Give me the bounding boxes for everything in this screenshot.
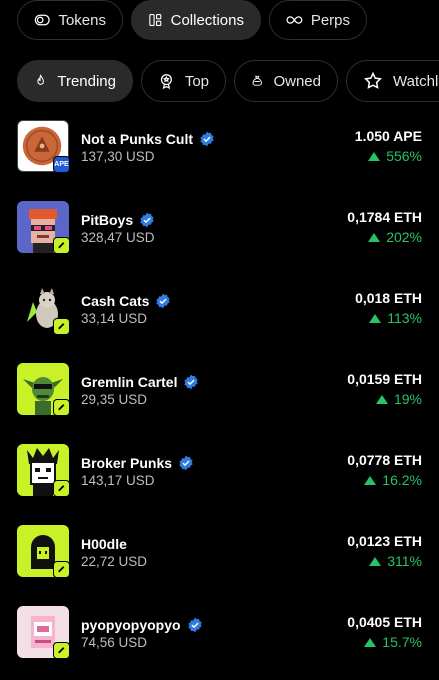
collection-row[interactable]: Cash Cats 33,14 USD 0,018 ETH 113% [0,282,439,336]
collection-usd-value: 137,30 USD [81,149,155,164]
floor-price: 1.050 APE [354,128,422,144]
up-arrow-icon [368,232,381,242]
collection-name: pyopyopyopyo [81,617,203,633]
verified-icon [179,455,193,471]
verified-icon [140,212,154,228]
collection-name: Broker Punks [81,455,194,471]
filter-top[interactable]: Top [141,60,226,102]
collection-name-text: Gremlin Cartel [81,374,178,390]
infinity-icon [286,16,303,24]
floor-price: 0,0405 ETH [347,614,422,630]
collection-row[interactable]: pyopyopyopyo 74,56 USD 0,0405 ETH 15.7% [0,606,439,660]
chip-label: Watchlist [393,72,439,90]
floor-price: 0,0778 ETH [347,452,422,468]
filter-chips: Trending Top Owned Watchlist [0,60,439,104]
grid-icon [149,13,162,27]
price-change-value: 113% [387,310,422,326]
tab-label: Tokens [58,11,106,29]
star-icon [364,71,382,89]
ethereum-icon [53,318,70,335]
price-change-value: 15.7% [382,634,422,650]
ethereum-icon [53,399,70,416]
collection-row[interactable]: APE Not a Punks Cult 137,30 USD 1.050 AP… [0,120,439,174]
collection-usd-value: 74,56 USD [81,635,148,650]
price-change: 16.2% [364,472,422,488]
floor-price: 0,0159 ETH [347,371,422,387]
bag-icon [252,75,262,86]
price-change: 19% [375,391,422,407]
collection-name-text: Cash Cats [81,293,150,309]
verified-icon [156,293,171,309]
collection-name: Gremlin Cartel [81,374,199,390]
tab-collections[interactable]: Collections [131,0,261,40]
filter-watchlist[interactable]: Watchlist [346,60,439,102]
price-change: 556% [368,148,422,164]
price-change: 202% [368,229,422,245]
tab-tokens[interactable]: Tokens [17,0,123,40]
asset-type-tabs: Tokens Collections Perps [0,0,439,42]
price-change: 15.7% [364,634,422,650]
chain-badge-label: APE [54,161,69,168]
tab-label: Collections [170,11,244,29]
chip-label: Top [184,72,209,90]
verified-icon [187,617,202,633]
collection-name-text: pyopyopyopyo [81,617,181,633]
collection-row[interactable]: Broker Punks 143,17 USD 0,0778 ETH 16.2% [0,444,439,498]
ethereum-icon [53,480,70,497]
medal-icon [160,74,172,90]
chip-label: Trending [57,72,116,90]
price-change-value: 556% [386,148,422,164]
collection-row[interactable]: Gremlin Cartel 29,35 USD 0,0159 ETH 19% [0,363,439,417]
filter-owned[interactable]: Owned [234,60,338,102]
tab-label: Perps [310,11,350,29]
toggle-icon [34,14,50,26]
collection-name-text: H00dle [81,536,127,552]
filter-trending[interactable]: Trending [17,60,133,102]
collection-name: PitBoys [81,212,155,228]
collection-usd-value: 29,35 USD [81,392,148,407]
collection-usd-value: 22,72 USD [81,554,148,569]
collection-usd-value: 33,14 USD [81,311,148,326]
collection-name-text: Not a Punks Cult [81,131,194,147]
up-arrow-icon [364,475,377,485]
collection-row[interactable]: PitBoys 328,47 USD 0,1784 ETH 202% [0,201,439,255]
up-arrow-icon [369,556,382,566]
price-change-value: 202% [386,229,422,245]
collection-name: Cash Cats [81,293,171,309]
collection-name: H00dle [81,536,127,552]
tab-perps[interactable]: Perps [269,0,367,40]
flame-icon [37,74,44,85]
up-arrow-icon [369,313,382,323]
ethereum-icon [53,237,70,254]
price-change-value: 16.2% [382,472,422,488]
ethereum-icon [53,561,70,578]
verified-icon [184,374,199,390]
up-arrow-icon [364,637,377,647]
price-change: 311% [369,553,422,569]
price-change: 113% [369,310,422,326]
collection-usd-value: 143,17 USD [81,473,155,488]
collection-row[interactable]: H00dle 22,72 USD 0,0123 ETH 311% [0,525,439,579]
chip-label: Owned [273,72,321,90]
price-change-value: 311% [387,553,422,569]
collection-name-text: PitBoys [81,212,134,228]
floor-price: 0,1784 ETH [347,209,422,225]
price-change-value: 19% [393,391,422,407]
collection-name-text: Broker Punks [81,455,173,471]
up-arrow-icon [368,151,381,161]
up-arrow-icon [375,394,388,404]
floor-price: 0,018 ETH [355,290,422,306]
collection-name: Not a Punks Cult [81,131,215,147]
floor-price: 0,0123 ETH [347,533,422,549]
ape-badge: APE [53,156,70,173]
verified-icon [200,131,214,147]
ethereum-icon [53,642,70,659]
collection-usd-value: 328,47 USD [81,230,155,245]
